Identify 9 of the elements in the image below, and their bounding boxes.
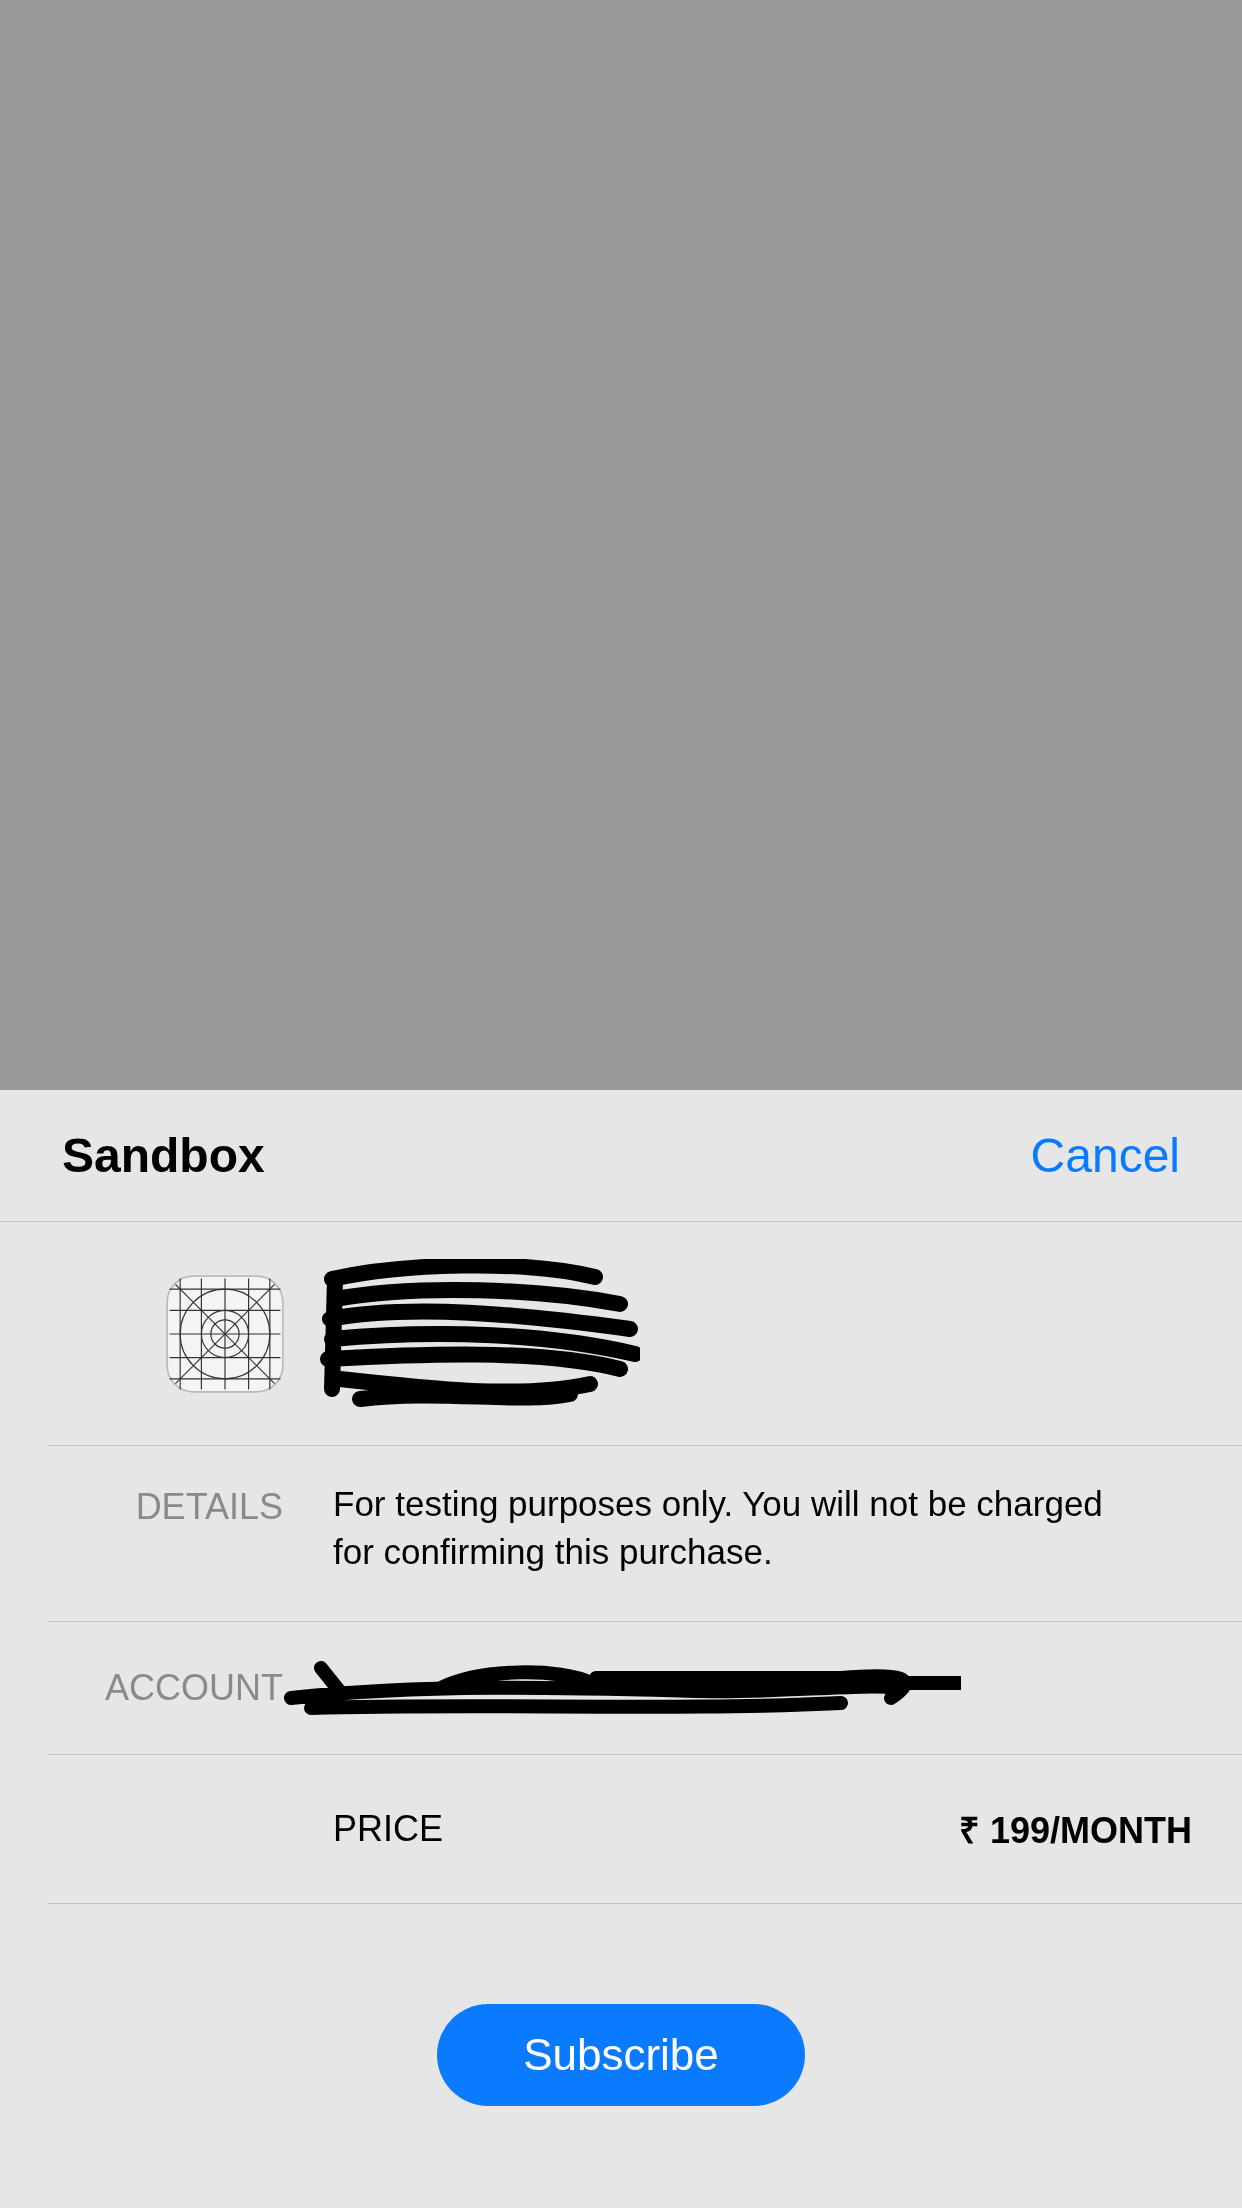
app-grid-icon bbox=[166, 1274, 284, 1393]
cancel-button[interactable]: Cancel bbox=[1030, 1128, 1180, 1183]
subscribe-button[interactable]: Subscribe bbox=[437, 2004, 805, 2106]
price-value: ₹ 199/MONTH bbox=[958, 1808, 1192, 1853]
details-text: For testing purposes only. You will not be charged for confirming this purchase. bbox=[333, 1483, 1104, 1573]
account-label: ACCOUNT bbox=[104, 1667, 283, 1709]
details-label: DETAILS bbox=[134, 1486, 283, 1528]
sheet-title: Sandbox bbox=[62, 1128, 265, 1183]
price-label: PRICE bbox=[333, 1808, 444, 1850]
